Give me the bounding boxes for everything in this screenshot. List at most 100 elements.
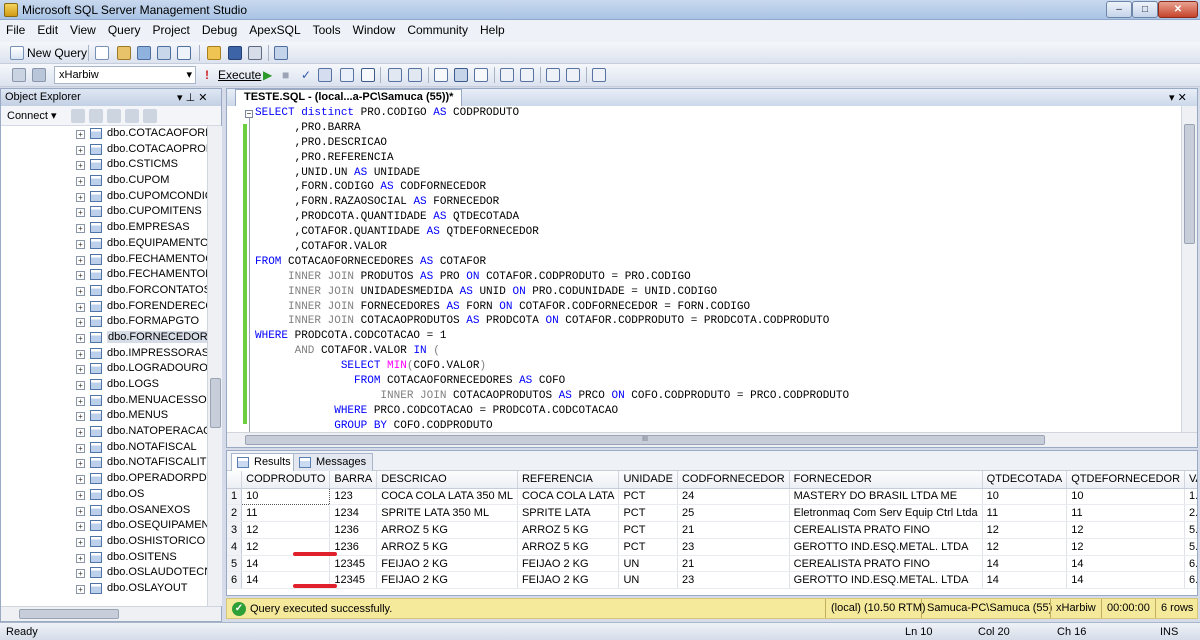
panel-pin-close-icon[interactable]: ▾ ⊥ ✕ bbox=[177, 91, 207, 104]
tree-item[interactable]: + dbo.FORENDERECOS bbox=[1, 299, 207, 315]
results-to-text-icon[interactable] bbox=[434, 68, 448, 82]
table-cell[interactable]: FEIJAO 2 KG bbox=[517, 571, 620, 590]
expand-icon[interactable]: + bbox=[76, 333, 85, 343]
table-cell[interactable]: 6.00000 bbox=[1184, 571, 1197, 590]
table-cell[interactable]: PCT bbox=[618, 504, 678, 523]
query-options-icon[interactable] bbox=[340, 68, 354, 82]
tree-item[interactable]: + dbo.NOTAFISCALITEN bbox=[1, 455, 207, 471]
tree-item[interactable]: + dbo.MENUACESSOS bbox=[1, 393, 207, 409]
table-cell[interactable]: MASTERY DO BRASIL LTDA ME bbox=[789, 488, 983, 506]
save-icon[interactable] bbox=[228, 46, 242, 60]
intellisense-icon[interactable] bbox=[361, 68, 375, 82]
menu-project[interactable]: Project bbox=[147, 20, 196, 37]
table-cell[interactable]: 12 bbox=[1066, 521, 1186, 539]
table-row[interactable]: 5 14 12345 FEIJAO 2 KG FEIJAO 2 KG UN 21 CEREAL… bbox=[227, 555, 1197, 573]
register-icon[interactable] bbox=[89, 109, 103, 123]
expand-icon[interactable]: + bbox=[76, 428, 85, 438]
table-cell[interactable]: 5.00000 bbox=[1184, 538, 1197, 556]
cancel-query-icon[interactable]: ■ bbox=[282, 68, 289, 82]
table-cell[interactable]: 14 bbox=[1066, 571, 1186, 590]
expand-icon[interactable]: + bbox=[76, 569, 85, 579]
expand-icon[interactable]: + bbox=[76, 412, 85, 422]
table-cell[interactable]: 1.99000 bbox=[1184, 488, 1197, 506]
expand-icon[interactable]: + bbox=[76, 145, 85, 155]
table-cell[interactable]: 14 bbox=[982, 555, 1068, 573]
xmla-query-icon[interactable] bbox=[177, 46, 191, 60]
row-number[interactable]: 3 bbox=[227, 521, 243, 539]
expand-icon[interactable]: + bbox=[76, 522, 85, 532]
tree-item[interactable]: + dbo.FORMAPGTO bbox=[1, 314, 207, 330]
column-header[interactable]: CODFORNECEDOR bbox=[677, 471, 790, 489]
menu-debug[interactable]: Debug bbox=[196, 20, 243, 37]
expand-icon[interactable]: + bbox=[76, 192, 85, 202]
table-cell[interactable]: FEIJAO 2 KG bbox=[376, 555, 518, 573]
row-number[interactable]: 6 bbox=[227, 571, 243, 590]
editor-horizontal-scrollbar[interactable]: III bbox=[227, 432, 1197, 447]
tree-item[interactable]: + dbo.CUPOMITENS bbox=[1, 204, 207, 220]
menu-apexsql[interactable]: ApexSQL bbox=[243, 20, 306, 37]
table-cell[interactable]: PCT bbox=[618, 538, 678, 556]
row-number[interactable]: 5 bbox=[227, 555, 243, 573]
table-cell[interactable]: 11 bbox=[241, 504, 331, 523]
table-cell[interactable]: PCT bbox=[618, 521, 678, 539]
tree-item[interactable]: + dbo.OSLAUDOTECNI bbox=[1, 565, 207, 581]
expand-icon[interactable]: + bbox=[76, 349, 85, 359]
editor-tab-close-icon[interactable]: ▾ ✕ bbox=[1169, 91, 1187, 104]
expand-icon[interactable]: + bbox=[76, 443, 85, 453]
tree-item[interactable]: + dbo.OS bbox=[1, 487, 207, 503]
object-explorer-horizontal-scrollbar[interactable] bbox=[1, 606, 221, 621]
menu-edit[interactable]: Edit bbox=[31, 20, 64, 37]
table-cell[interactable]: ARROZ 5 KG bbox=[517, 538, 620, 556]
tree-item[interactable]: + dbo.EMPRESAS bbox=[1, 220, 207, 236]
table-row[interactable]: 2 11 1234 SPRITE LATA 350 ML SPRITE LATA PCT 2… bbox=[227, 504, 1197, 523]
scrollbar-thumb[interactable] bbox=[1184, 124, 1195, 244]
tree-item[interactable]: + dbo.LOGS bbox=[1, 377, 207, 393]
table-cell[interactable]: PCT bbox=[618, 488, 678, 506]
expand-icon[interactable]: + bbox=[76, 584, 85, 594]
row-number[interactable]: 2 bbox=[227, 504, 243, 523]
table-cell[interactable]: 12 bbox=[1066, 538, 1186, 556]
table-cell[interactable]: 123 bbox=[329, 488, 378, 506]
specify-values-icon[interactable] bbox=[592, 68, 606, 82]
table-row[interactable]: 1 10 123 COCA COLA LATA 350 ML COCA COLA LAT… bbox=[227, 487, 1197, 506]
table-cell[interactable]: COCA COLA LATA bbox=[517, 488, 620, 506]
execute-button[interactable]: Execute bbox=[218, 68, 261, 82]
scrollbar-thumb[interactable] bbox=[210, 378, 221, 428]
table-cell[interactable]: 14 bbox=[1066, 555, 1186, 573]
disconnect-icon[interactable] bbox=[71, 109, 85, 123]
comment-lines-icon[interactable] bbox=[500, 68, 514, 82]
table-cell[interactable]: 12 bbox=[982, 538, 1068, 556]
table-cell[interactable]: 10 bbox=[1066, 488, 1186, 506]
table-cell[interactable]: 14 bbox=[982, 571, 1068, 590]
dmx-query-icon[interactable] bbox=[157, 46, 171, 60]
editor-vertical-scrollbar[interactable] bbox=[1181, 106, 1197, 432]
expand-icon[interactable]: + bbox=[76, 286, 85, 296]
parse-icon[interactable]: ✓ bbox=[301, 68, 311, 82]
menu-window[interactable]: Window bbox=[347, 20, 402, 37]
tab-results[interactable]: Results bbox=[231, 453, 298, 471]
increase-indent-icon[interactable] bbox=[566, 68, 580, 82]
table-cell[interactable]: 21 bbox=[677, 521, 790, 539]
connect-icon[interactable] bbox=[12, 68, 26, 82]
table-cell[interactable]: 12345 bbox=[329, 555, 378, 573]
expand-icon[interactable]: + bbox=[76, 177, 85, 187]
minimize-button[interactable]: – bbox=[1106, 1, 1132, 18]
close-button[interactable]: ✕ bbox=[1158, 1, 1198, 18]
tree-item[interactable]: + dbo.EQUIPAMENTOS bbox=[1, 236, 207, 252]
tree-item[interactable]: + dbo.CSTICMS bbox=[1, 157, 207, 173]
column-header[interactable]: REFERENCIA bbox=[517, 471, 620, 489]
tree-item[interactable]: + dbo.CUPOMCONDIC bbox=[1, 189, 207, 205]
new-query-button[interactable]: New Query bbox=[27, 46, 87, 60]
expand-icon[interactable]: + bbox=[76, 239, 85, 249]
table-cell[interactable]: Eletronmaq Com Serv Equip Ctrl Ltda bbox=[789, 504, 983, 523]
table-cell[interactable]: 10 bbox=[982, 488, 1068, 506]
expand-icon[interactable]: + bbox=[76, 459, 85, 469]
table-cell[interactable]: 1236 bbox=[329, 521, 378, 539]
include-plan-icon[interactable] bbox=[388, 68, 402, 82]
expand-icon[interactable]: + bbox=[76, 318, 85, 328]
change-connection-icon[interactable] bbox=[32, 68, 46, 82]
results-to-grid-icon[interactable] bbox=[454, 68, 468, 82]
tree-item[interactable]: + dbo.OSLAYOUT bbox=[1, 581, 207, 597]
menu-file[interactable]: File bbox=[0, 20, 31, 37]
table-row[interactable]: 4 12 1236 ARROZ 5 KG ARROZ 5 KG PCT 23 GEROTTO … bbox=[227, 538, 1197, 556]
